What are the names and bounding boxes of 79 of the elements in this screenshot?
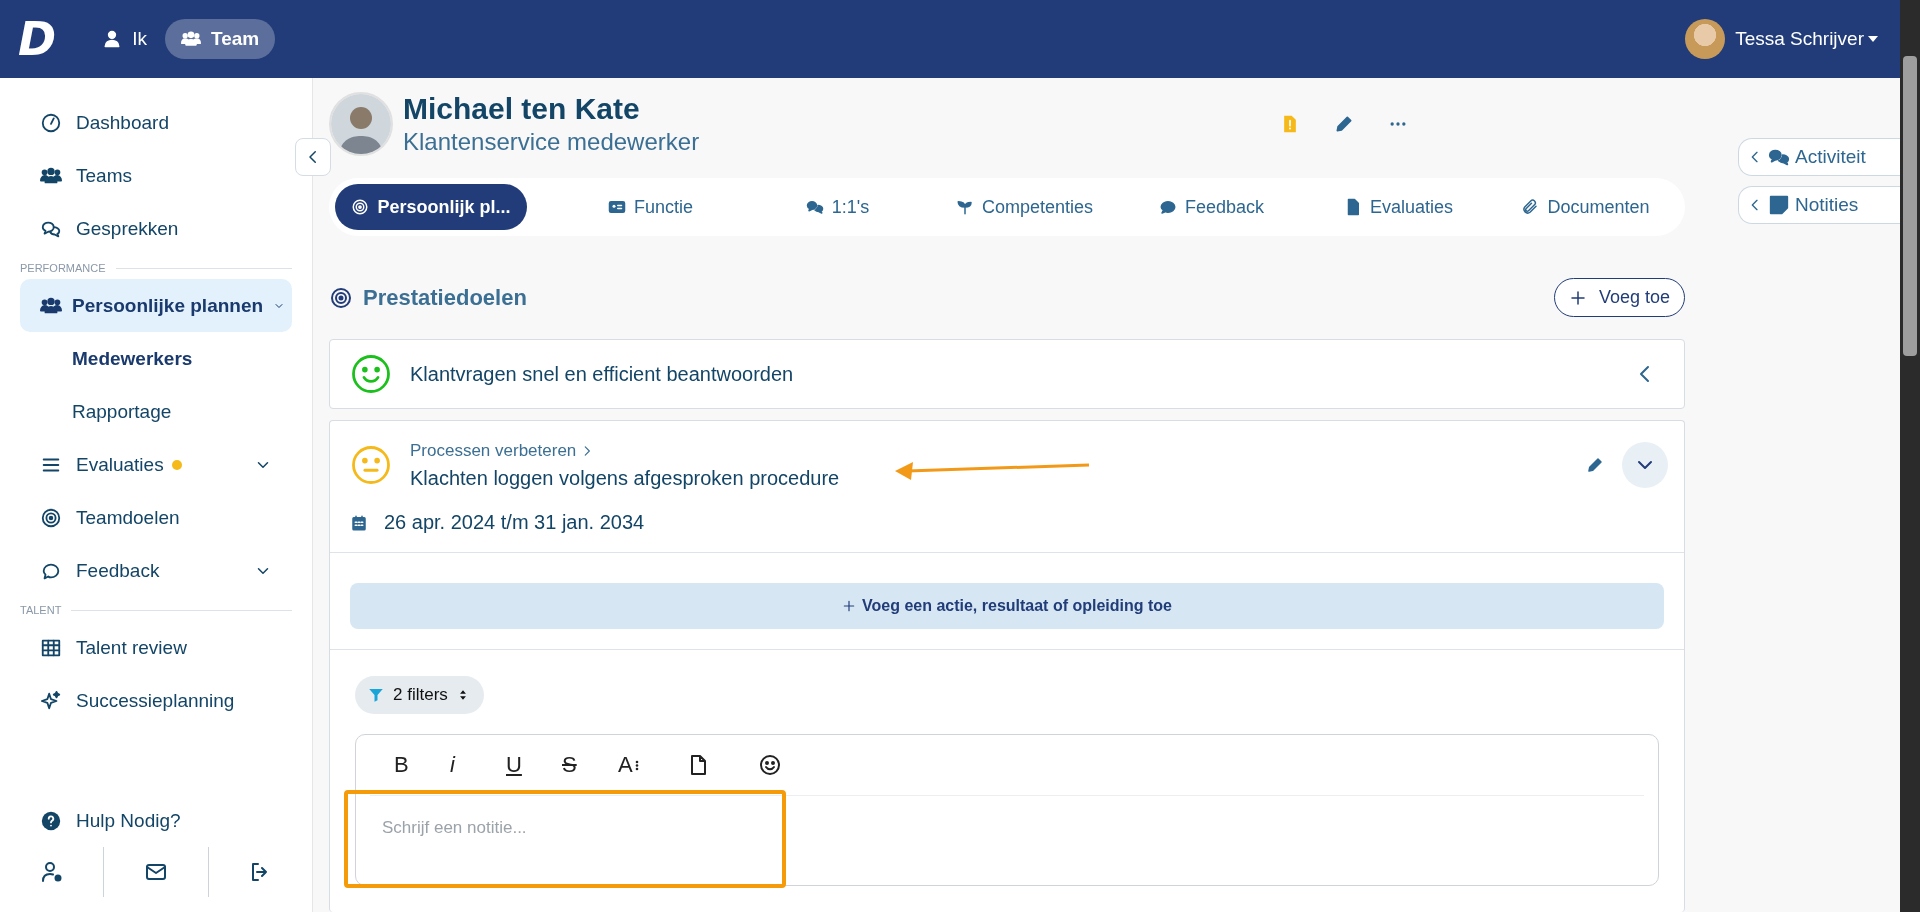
section-title: Prestatiedoelen [363,284,527,311]
sidebar-label: Gesprekken [76,217,179,240]
sidebar-label: Successieplanning [76,689,235,712]
underline-button[interactable]: U [494,752,550,778]
sidebar-subitem[interactable]: Medewerkers [20,332,292,385]
italic-button[interactable]: i [438,752,494,778]
section-label: PERFORMANCE [20,262,106,274]
goal-title[interactable]: Klachten loggen volgens afgesproken procedure [410,466,840,490]
calendar-icon [350,513,368,532]
help-icon [40,810,62,832]
dots-icon [634,759,639,771]
goal-title[interactable]: Klantvragen snel en efficient beantwoorden [410,362,794,386]
target-icon [329,285,353,310]
caret-icon [1868,36,1878,42]
sparkle-icon [40,689,62,712]
mode-tab[interactable]: Team [164,19,276,59]
section-label: TALENT [20,604,62,616]
date-range: 26 apr. 2024 t/m 31 jan. 2034 [384,511,645,534]
sidebar-item[interactable]: Teamdoelen [20,491,292,544]
sidebar-label: Dashboard [76,111,169,134]
collapse-button[interactable] [295,138,331,176]
bold-button[interactable]: B [382,752,438,778]
sidebar-item[interactable]: Teams [20,149,292,202]
parent-goal-link[interactable]: Processen verbeteren [410,440,840,461]
tab[interactable]: Persoonlijk pl... [335,184,527,230]
avatar[interactable] [1685,19,1726,59]
user-settings-icon[interactable] [39,860,64,884]
sidebar-item[interactable]: Successieplanning [20,674,292,727]
user-menu[interactable]: Tessa Schrijver [1735,28,1878,50]
tab[interactable]: Documenten [1492,184,1679,230]
id-card-icon [608,198,626,216]
add-action-button[interactable]: Voeg een actie, resultaat of opleiding toe [350,583,1664,629]
tab[interactable]: 1:1's [744,184,931,230]
sidebar-subitem[interactable]: Rapportage [20,385,292,438]
filter-icon [367,686,385,704]
users-icon [180,29,201,49]
help-link[interactable]: Hulp Nodig? [20,796,292,846]
chat-icon [805,198,824,216]
sticky-note-icon [1768,194,1790,216]
sidebar-label: Feedback [76,559,160,582]
target-icon [40,506,62,529]
tab[interactable]: Evaluaties [1305,184,1492,230]
side-panel-button[interactable]: Activiteit [1738,138,1900,176]
sidebar-item[interactable]: Gesprekken [20,202,292,255]
edit-icon[interactable] [1586,456,1604,474]
sidebar-item[interactable]: Evaluaties [20,438,292,491]
paperclip-icon [1521,198,1540,216]
logo[interactable]: D [18,12,57,66]
plus-icon [1568,288,1587,307]
target-icon [351,198,370,216]
tab[interactable]: Competenties [931,184,1118,230]
person-name: Michael ten Kate [403,92,641,126]
edit-icon[interactable] [1334,114,1354,134]
sidebar-item[interactable]: Persoonlijke plannen [20,279,292,332]
sidebar-item[interactable]: Dashboard [20,96,292,149]
tab[interactable]: Feedback [1118,184,1305,230]
mode-tab[interactable]: Ik [86,19,163,59]
font-size-button[interactable]: A [606,752,662,778]
scrollbar[interactable] [1900,0,1920,912]
sidebar-label: Teams [76,164,132,187]
job-title: Klantenservice medewerker [403,128,700,156]
sidebar-item[interactable]: Talent review [20,621,292,674]
note-editor[interactable]: B i U S A Schrijf een notitie... [355,734,1659,886]
gauge-icon [40,111,62,134]
sidebar-label: Talent review [76,636,187,659]
note-input[interactable]: Schrijf een notitie... [370,796,1644,866]
tab[interactable]: Functie [557,184,744,230]
sidebar-label: Teamdoelen [76,506,180,529]
sidebar-label: Persoonlijke plannen [72,294,264,317]
add-button[interactable]: Voeg toe [1553,278,1685,317]
filter-button[interactable]: 2 filters [355,676,484,714]
chat-bubble-icon [1158,198,1177,216]
sidebar-label: Evaluaties [76,453,164,476]
sprout-icon [955,198,974,216]
sidebar-item[interactable]: Feedback [20,544,292,597]
plus-icon [842,599,856,613]
side-panel-button[interactable]: Notities [1738,186,1900,224]
strikethrough-button[interactable]: S [550,752,606,778]
emoji-icon[interactable] [758,753,782,777]
